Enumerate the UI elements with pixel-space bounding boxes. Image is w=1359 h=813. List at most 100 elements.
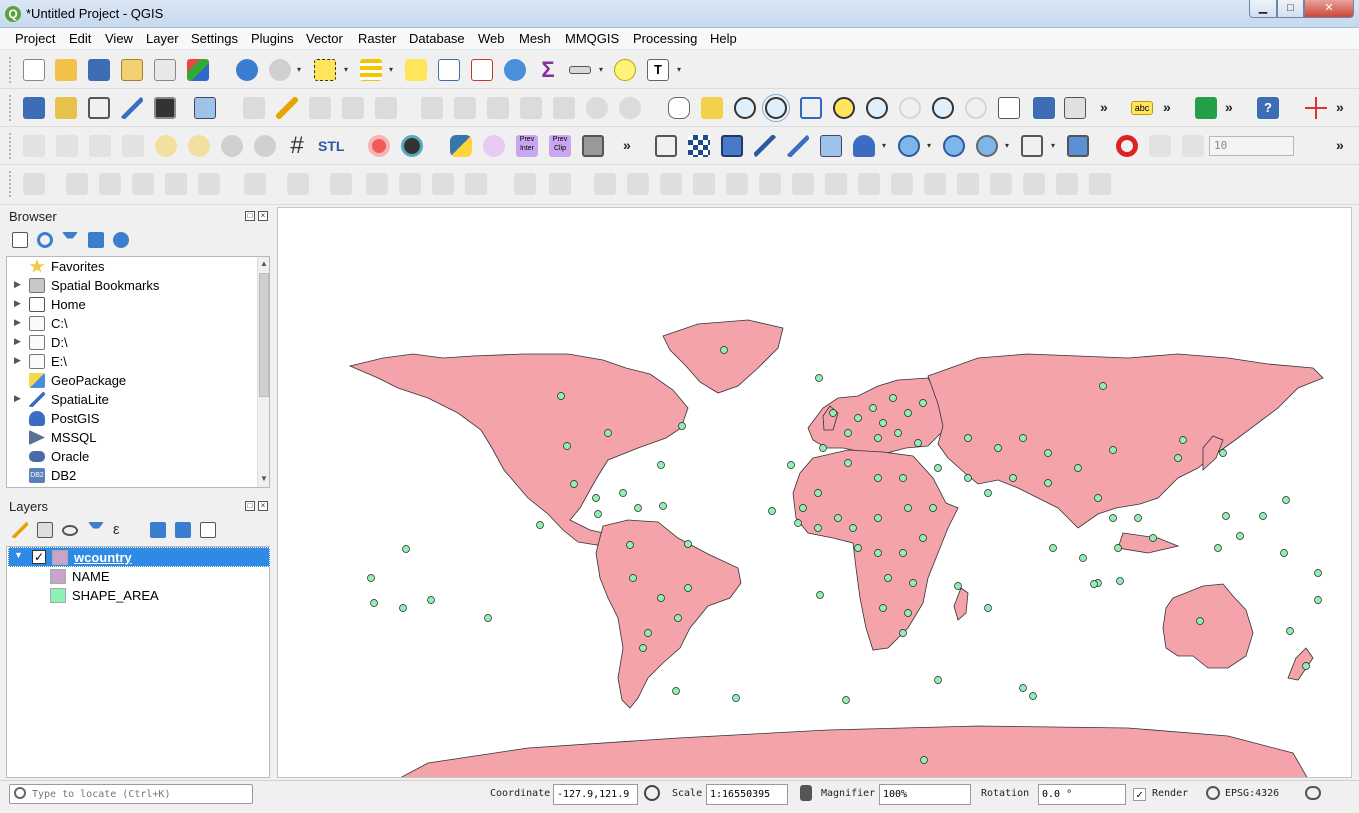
menu-web[interactable]: Web <box>478 31 505 46</box>
save-project-icon[interactable] <box>88 59 110 81</box>
disabled-edit-tool-icon[interactable] <box>660 173 682 195</box>
layout-manager-icon[interactable] <box>154 59 176 81</box>
menu-layer[interactable]: Layer <box>146 31 179 46</box>
plugin-launcher-icon[interactable] <box>1195 97 1217 119</box>
zoom-in-icon[interactable] <box>734 97 756 119</box>
disabled-edit-tool-icon[interactable] <box>1089 173 1111 195</box>
scroll-down-arrow-icon[interactable]: ▼ <box>259 474 269 486</box>
zoom-full-icon[interactable] <box>800 97 822 119</box>
toolbar-overflow-icon[interactable]: » <box>1225 99 1233 115</box>
zoom-to-layer-icon[interactable] <box>866 97 888 119</box>
menu-view[interactable]: View <box>105 31 133 46</box>
magnifier-field[interactable]: 100% <box>879 784 971 805</box>
dropdown-arrow-icon[interactable]: ▾ <box>389 65 393 74</box>
layer-row-wcountry[interactable]: ▼ ✓ wcountry <box>8 547 270 567</box>
identify-features-icon[interactable] <box>236 59 258 81</box>
disabled-edit-tool-icon[interactable] <box>957 173 979 195</box>
float-panel-icon[interactable]: □ <box>245 501 255 511</box>
scale-field[interactable]: 1:16550395 <box>706 784 788 805</box>
pan-map-icon[interactable] <box>668 97 690 119</box>
toggle-editing-pencil-icon[interactable] <box>276 97 298 119</box>
dropdown-arrow-icon[interactable]: ▾ <box>677 65 681 74</box>
open-project-icon[interactable] <box>55 59 77 81</box>
browser-item-postgis[interactable]: PostGIS <box>7 409 257 428</box>
disabled-edit-tool-icon[interactable] <box>726 173 748 195</box>
messages-icon[interactable] <box>1305 786 1321 800</box>
filter-legend-icon[interactable] <box>88 522 104 538</box>
minimize-button[interactable]: ▁ <box>1249 0 1277 18</box>
style-manager-icon[interactable] <box>187 59 209 81</box>
scrollbar-thumb[interactable] <box>259 273 269 397</box>
disabled-edit-tool-icon[interactable] <box>792 173 814 195</box>
browser-item-home[interactable]: ▶ Home <box>7 295 257 314</box>
toolbar-grip[interactable] <box>9 133 13 159</box>
disabled-edit-tool-icon[interactable] <box>759 173 781 195</box>
vertex-tool-icon[interactable] <box>375 97 397 119</box>
menu-settings[interactable]: Settings <box>191 31 238 46</box>
clip-circle-icon[interactable] <box>483 135 505 157</box>
browser-item-favorites[interactable]: Favorites <box>7 257 257 276</box>
openlayers-icon[interactable] <box>401 135 423 157</box>
disabled-edit-tool-icon[interactable] <box>366 173 388 195</box>
disabled-edit-tool-icon[interactable] <box>132 173 154 195</box>
toolbar-grip[interactable] <box>9 57 13 83</box>
pan-to-selection-icon[interactable] <box>701 97 723 119</box>
close-panel-icon[interactable]: × <box>258 211 268 221</box>
close-panel-icon[interactable]: × <box>258 501 268 511</box>
dropdown-arrow-icon[interactable]: ▾ <box>1051 141 1055 150</box>
layers-tree[interactable]: ▼ ✓ wcountry NAME SHAPE_AREA <box>6 546 270 778</box>
disabled-edit-tool-icon[interactable] <box>23 173 45 195</box>
new-print-layout-icon[interactable] <box>121 59 143 81</box>
menu-mmqgis[interactable]: MMQGIS <box>565 31 619 46</box>
collapse-all-layers-icon[interactable] <box>175 522 191 538</box>
disabled-edit-tool-icon[interactable] <box>1023 173 1045 195</box>
browser-item-c-drive[interactable]: ▶ C:\ <box>7 314 257 333</box>
add-raster-icon[interactable] <box>688 135 710 157</box>
sun-2-icon[interactable] <box>188 135 210 157</box>
disabled-edit-tool-icon[interactable] <box>924 173 946 195</box>
select-features-icon[interactable] <box>314 59 336 81</box>
delete-selected-icon[interactable] <box>454 97 476 119</box>
expand-arrow-icon[interactable]: ▶ <box>14 317 21 328</box>
toolbar-overflow-icon[interactable]: » <box>1336 137 1344 153</box>
printer-icon[interactable] <box>582 135 604 157</box>
python-console-icon[interactable] <box>450 135 472 157</box>
new-project-icon[interactable] <box>23 59 45 81</box>
zoom-to-selection-icon[interactable] <box>833 97 855 119</box>
crosshair-icon[interactable] <box>1305 97 1327 119</box>
toolbar-grip[interactable] <box>9 95 13 121</box>
add-vector-layer-icon[interactable] <box>88 97 110 119</box>
toolbar-overflow-icon[interactable]: » <box>1100 99 1108 115</box>
filter-icon[interactable] <box>62 232 78 248</box>
add-wcs-icon[interactable] <box>976 135 998 157</box>
browser-scrollbar[interactable]: ▲ ▼ <box>257 257 269 487</box>
disabled-edit-tool-icon[interactable] <box>858 173 880 195</box>
dropdown-arrow-icon[interactable]: ▾ <box>1005 141 1009 150</box>
browser-item-geopackage[interactable]: GeoPackage <box>7 371 257 390</box>
preview-clip-icon[interactable]: Prev Clip <box>549 135 571 157</box>
zoom-native-resolution-icon[interactable] <box>899 97 921 119</box>
crs-label[interactable]: EPSG:4326 <box>1225 788 1279 799</box>
collapse-all-icon[interactable] <box>88 232 104 248</box>
locator-search-input[interactable] <box>32 786 247 802</box>
add-spatialite-icon[interactable] <box>787 135 809 157</box>
select-by-expression-icon[interactable] <box>360 59 382 81</box>
snapping-type-icon[interactable] <box>1182 135 1204 157</box>
disabled-edit-tool-icon[interactable] <box>432 173 454 195</box>
expand-arrow-icon[interactable]: ▶ <box>14 298 21 309</box>
save-layer-edits-icon[interactable] <box>309 97 331 119</box>
menu-plugins[interactable]: Plugins <box>251 31 294 46</box>
browser-item-mssql[interactable]: MSSQL <box>7 428 257 447</box>
profile-tool-3-icon[interactable] <box>89 135 111 157</box>
menu-project[interactable]: Project <box>15 31 55 46</box>
coordinate-field[interactable]: -127.9,121.9 <box>553 784 638 805</box>
disabled-edit-tool-icon[interactable] <box>594 173 616 195</box>
current-edits-icon[interactable] <box>243 97 265 119</box>
target-icon[interactable] <box>368 135 390 157</box>
properties-info-icon[interactable] <box>113 232 129 248</box>
new-map-view-icon[interactable] <box>998 97 1020 119</box>
copy-features-icon[interactable] <box>520 97 542 119</box>
network-icon[interactable] <box>1067 135 1089 157</box>
zoom-out-icon[interactable] <box>762 94 790 122</box>
layer-visibility-checkbox[interactable]: ✓ <box>32 550 46 564</box>
